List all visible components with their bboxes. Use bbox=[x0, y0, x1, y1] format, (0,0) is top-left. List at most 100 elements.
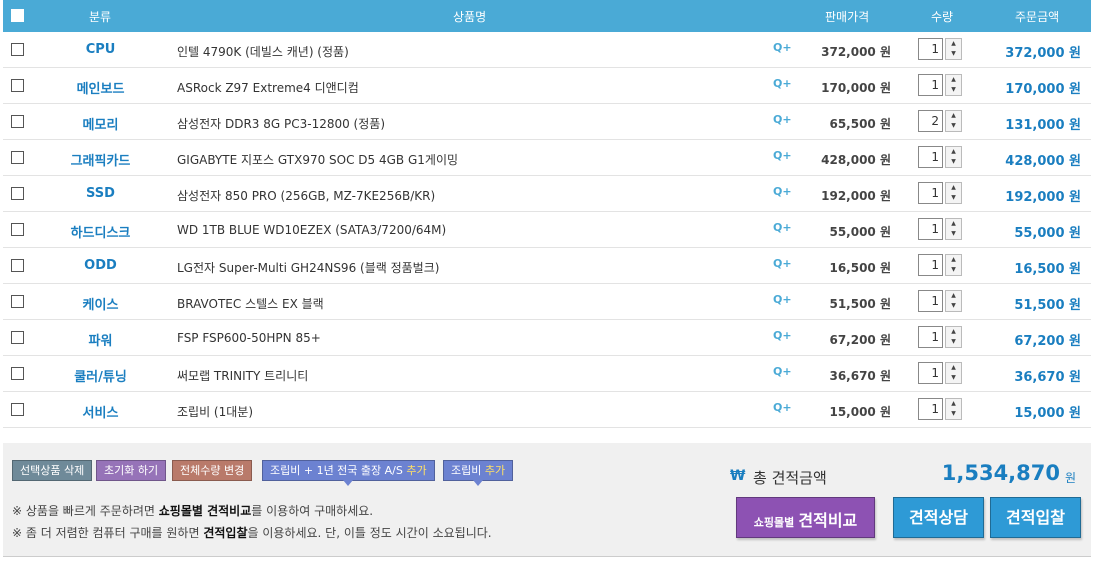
spin-up-icon[interactable]: ▲ bbox=[946, 183, 961, 193]
row-category[interactable]: 하드디스크 bbox=[48, 222, 153, 241]
delete-selected-button[interactable]: 선택상품 삭제 bbox=[12, 460, 93, 481]
row-product-name[interactable]: BRAVOTEC 스텔스 EX 블랙 bbox=[177, 295, 324, 312]
zoom-icon[interactable]: Q+ bbox=[773, 77, 792, 90]
quantity-input[interactable]: 1 bbox=[918, 290, 943, 312]
row-category[interactable]: 파워 bbox=[48, 330, 153, 349]
row-category[interactable]: 메인보드 bbox=[48, 78, 153, 97]
quantity-input[interactable]: 1 bbox=[918, 74, 943, 96]
row-product-name[interactable]: WD 1TB BLUE WD10EZEX (SATA3/7200/64M) bbox=[177, 223, 446, 237]
row-product-name[interactable]: 삼성전자 850 PRO (256GB, MZ-7KE256B/KR) bbox=[177, 187, 435, 204]
row-category[interactable]: 케이스 bbox=[48, 294, 153, 313]
quantity-stepper[interactable]: ▲ ▼ bbox=[945, 398, 962, 420]
row-category[interactable]: 쿨러/튜닝 bbox=[48, 366, 153, 385]
spin-up-icon[interactable]: ▲ bbox=[946, 39, 961, 49]
row-checkbox[interactable] bbox=[11, 115, 24, 128]
quantity-stepper[interactable]: ▲ ▼ bbox=[945, 38, 962, 60]
spin-down-icon[interactable]: ▼ bbox=[946, 265, 961, 275]
change-all-qty-button[interactable]: 전체수량 변경 bbox=[172, 460, 253, 481]
spin-down-icon[interactable]: ▼ bbox=[946, 229, 961, 239]
row-checkbox[interactable] bbox=[11, 331, 24, 344]
row-checkbox[interactable] bbox=[11, 223, 24, 236]
quantity-input[interactable]: 1 bbox=[918, 218, 943, 240]
quantity-input[interactable]: 1 bbox=[918, 362, 943, 384]
quantity-input[interactable]: 1 bbox=[918, 38, 943, 60]
quantity-input[interactable]: 1 bbox=[918, 182, 943, 204]
row-product-name[interactable]: GIGABYTE 지포스 GTX970 SOC D5 4GB G1게이밍 bbox=[177, 151, 458, 168]
quantity-stepper[interactable]: ▲ ▼ bbox=[945, 110, 962, 132]
row-product-name[interactable]: 삼성전자 DDR3 8G PC3-12800 (정품) bbox=[177, 115, 385, 132]
spin-down-icon[interactable]: ▼ bbox=[946, 373, 961, 383]
row-category[interactable]: CPU bbox=[48, 42, 153, 57]
estimate-consult-button[interactable]: 견적상담 bbox=[893, 497, 984, 538]
quantity-stepper[interactable]: ▲ ▼ bbox=[945, 218, 962, 240]
quantity-stepper[interactable]: ▲ ▼ bbox=[945, 254, 962, 276]
row-product-name[interactable]: LG전자 Super-Multi GH24NS96 (블랙 정품벌크) bbox=[177, 259, 439, 276]
row-product-name[interactable]: 써모랩 TRINITY 트리니티 bbox=[177, 367, 308, 384]
row-checkbox[interactable] bbox=[11, 259, 24, 272]
quantity-input[interactable]: 2 bbox=[918, 110, 943, 132]
spin-up-icon[interactable]: ▲ bbox=[946, 219, 961, 229]
row-checkbox[interactable] bbox=[11, 295, 24, 308]
spin-down-icon[interactable]: ▼ bbox=[946, 85, 961, 95]
row-checkbox[interactable] bbox=[11, 367, 24, 380]
row-checkbox[interactable] bbox=[11, 43, 24, 56]
spin-down-icon[interactable]: ▼ bbox=[946, 301, 961, 311]
quantity-stepper[interactable]: ▲ ▼ bbox=[945, 182, 962, 204]
quantity-input[interactable]: 1 bbox=[918, 146, 943, 168]
quantity-stepper[interactable]: ▲ ▼ bbox=[945, 290, 962, 312]
row-category[interactable]: 서비스 bbox=[48, 402, 153, 421]
spin-down-icon[interactable]: ▼ bbox=[946, 409, 961, 419]
spin-down-icon[interactable]: ▼ bbox=[946, 193, 961, 203]
zoom-icon[interactable]: Q+ bbox=[773, 365, 792, 378]
row-product-name[interactable]: 조립비 (1대분) bbox=[177, 403, 253, 420]
zoom-icon[interactable]: Q+ bbox=[773, 185, 792, 198]
add-assembly-as-button[interactable]: 조립비 + 1년 전국 출장 A/S 추가 bbox=[262, 460, 435, 486]
spin-up-icon[interactable]: ▲ bbox=[946, 147, 961, 157]
row-category[interactable]: ODD bbox=[48, 258, 153, 273]
spin-down-icon[interactable]: ▼ bbox=[946, 49, 961, 59]
row-checkbox[interactable] bbox=[11, 187, 24, 200]
quantity-stepper[interactable]: ▲ ▼ bbox=[945, 146, 962, 168]
spin-up-icon[interactable]: ▲ bbox=[946, 255, 961, 265]
zoom-icon[interactable]: Q+ bbox=[773, 149, 792, 162]
spin-up-icon[interactable]: ▲ bbox=[946, 291, 961, 301]
row-category[interactable]: 메모리 bbox=[48, 114, 153, 133]
zoom-icon[interactable]: Q+ bbox=[773, 113, 792, 126]
spin-up-icon[interactable]: ▲ bbox=[946, 111, 961, 121]
quantity-input[interactable]: 1 bbox=[918, 254, 943, 276]
spin-up-icon[interactable]: ▲ bbox=[946, 363, 961, 373]
zoom-icon[interactable]: Q+ bbox=[773, 329, 792, 342]
spin-down-icon[interactable]: ▼ bbox=[946, 337, 961, 347]
spin-down-icon[interactable]: ▼ bbox=[946, 157, 961, 167]
quantity-stepper[interactable]: ▲ ▼ bbox=[945, 326, 962, 348]
quantity-stepper[interactable]: ▲ ▼ bbox=[945, 74, 962, 96]
spin-up-icon[interactable]: ▲ bbox=[946, 399, 961, 409]
compare-button-small-label: 쇼핑몰별 bbox=[753, 516, 795, 529]
zoom-icon[interactable]: Q+ bbox=[773, 401, 792, 414]
spin-up-icon[interactable]: ▲ bbox=[946, 75, 961, 85]
row-category[interactable]: SSD bbox=[48, 186, 153, 201]
zoom-icon[interactable]: Q+ bbox=[773, 221, 792, 234]
zoom-icon[interactable]: Q+ bbox=[773, 257, 792, 270]
spin-up-icon[interactable]: ▲ bbox=[946, 327, 961, 337]
add-assembly-button[interactable]: 조립비 추가 bbox=[443, 460, 514, 486]
select-all-checkbox[interactable] bbox=[11, 9, 24, 22]
row-product-name[interactable]: ASRock Z97 Extreme4 디앤디컴 bbox=[177, 79, 359, 96]
row-total: 67,200 원 bbox=[1014, 334, 1081, 349]
reset-button[interactable]: 초기화 하기 bbox=[96, 460, 167, 481]
quantity-input[interactable]: 1 bbox=[918, 398, 943, 420]
quantity-stepper[interactable]: ▲ ▼ bbox=[945, 362, 962, 384]
row-product-name[interactable]: 인텔 4790K (데빌스 캐년) (정품) bbox=[177, 43, 349, 60]
row-checkbox[interactable] bbox=[11, 151, 24, 164]
compare-by-shop-button[interactable]: 쇼핑몰별 견적비교 bbox=[736, 497, 875, 538]
estimate-bid-button[interactable]: 견적입찰 bbox=[990, 497, 1081, 538]
row-checkbox[interactable] bbox=[11, 79, 24, 92]
zoom-icon[interactable]: Q+ bbox=[773, 41, 792, 54]
quantity-input[interactable]: 1 bbox=[918, 326, 943, 348]
row-category[interactable]: 그래픽카드 bbox=[48, 150, 153, 169]
won-icon: ₩ bbox=[730, 468, 746, 484]
row-checkbox[interactable] bbox=[11, 403, 24, 416]
spin-down-icon[interactable]: ▼ bbox=[946, 121, 961, 131]
row-product-name[interactable]: FSP FSP600-50HPN 85+ bbox=[177, 331, 321, 345]
zoom-icon[interactable]: Q+ bbox=[773, 293, 792, 306]
